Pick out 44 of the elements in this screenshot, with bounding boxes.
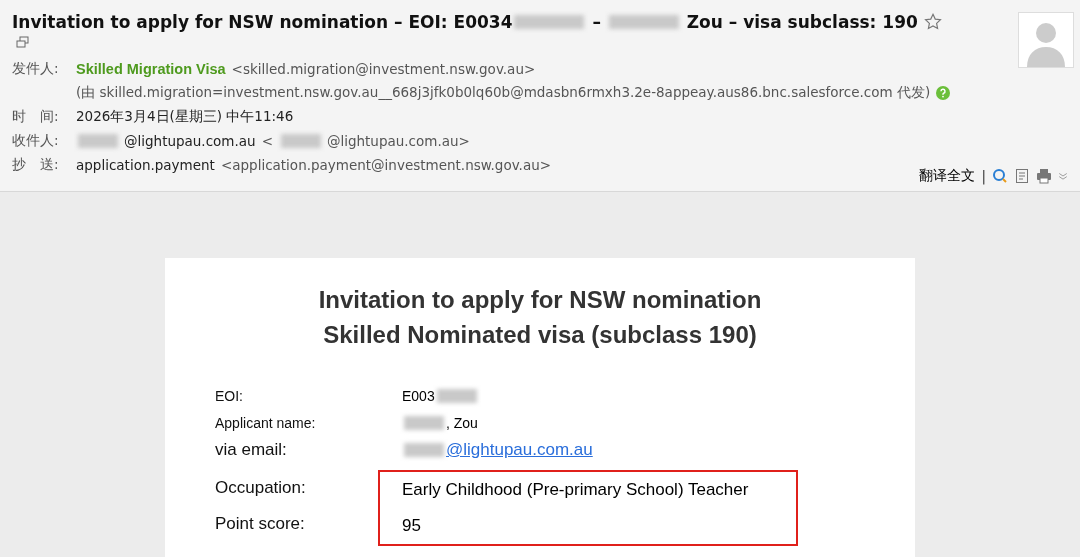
header-value: 2026年3月4日(星期三) 中午11:46: [76, 108, 294, 126]
email-subject: Invitation to apply for NSW nomination – EOI: E0034: [12, 12, 513, 32]
translate-link[interactable]: 翻译全文: [919, 167, 976, 185]
email-subject: Zou – visa subclass: 190: [685, 12, 918, 32]
email-address: <skilled.migration@investment.nsw.gov.au>: [231, 61, 536, 77]
letter-heading: Skilled Nominated visa (subclass 190): [322, 320, 758, 350]
email-address: @lightupau.com.au>: [326, 133, 470, 149]
detail-label: Point score:: [215, 514, 306, 534]
header-label: 收件人:: [12, 132, 60, 150]
star-icon[interactable]: [923, 13, 942, 31]
email-address: <application.payment@investment.nsw.gov.au>: [220, 157, 552, 173]
avatar-icon: [1018, 12, 1074, 68]
detail-value: E003: [402, 387, 435, 404]
help-icon[interactable]: [936, 86, 951, 100]
detail-label: EOI:: [215, 387, 244, 404]
detail-value: , Zou: [446, 414, 478, 431]
note-icon[interactable]: [1014, 168, 1030, 184]
header-value: application.payment: [76, 157, 215, 173]
detail-value: Early Childhood (Pre-primary School) Teacher: [402, 480, 749, 500]
email-link[interactable]: @lightupau.com.au: [446, 440, 593, 460]
header-label: 抄 送:: [12, 156, 60, 174]
letter-heading: Invitation to apply for NSW nomination: [317, 285, 763, 315]
detail-value: 95: [402, 516, 421, 536]
sender-name[interactable]: Skilled Migration Visa: [76, 61, 226, 77]
detail-label: Applicant name:: [215, 414, 317, 431]
detail-label: Occupation:: [215, 478, 307, 498]
redacted-text: [514, 15, 585, 29]
redacted-text: [280, 134, 321, 148]
redacted-text: [608, 15, 679, 29]
redacted-text: [404, 443, 444, 457]
header-label: 时 间:: [12, 108, 60, 126]
email-subject: –: [591, 12, 602, 32]
redacted-text: [404, 415, 444, 430]
detail-label: via email:: [215, 440, 288, 460]
header-value: @lightupau.com.au: [124, 133, 256, 149]
email-address: (由 skilled.migration=investment.nsw.gov.au__668j3jfk0b0lq60b@mdasbn6rmxh3.2e-8appeay.aus86.bnc.salesforce.com 代发): [76, 84, 931, 102]
email-address: <: [261, 133, 273, 149]
header-label: 发件人:: [12, 60, 60, 78]
search-icon[interactable]: [992, 168, 1008, 184]
redacted-text: [436, 388, 477, 403]
print-icon[interactable]: [1036, 168, 1052, 184]
popout-icon[interactable]: [16, 36, 29, 49]
separator: |: [981, 168, 986, 184]
redacted-text: [78, 134, 118, 148]
